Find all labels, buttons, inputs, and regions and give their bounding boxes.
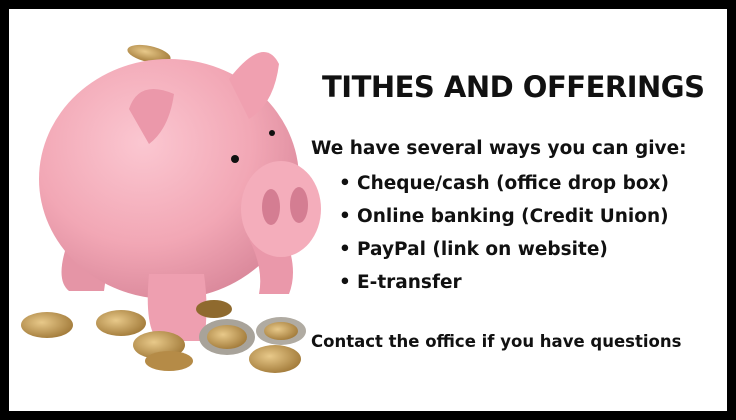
contact-text: Contact the office if you have questions — [311, 332, 682, 351]
coin — [196, 300, 232, 318]
coin — [145, 351, 193, 371]
list-item: • PayPal (link on website) — [339, 233, 727, 266]
list-item: • E-transfer — [339, 266, 727, 299]
giving-methods-list: • Cheque/cash (office drop box) • Online b… — [339, 167, 727, 299]
pig-eye-right — [269, 130, 275, 136]
list-item: • Cheque/cash (office drop box) — [339, 167, 727, 200]
list-item: • Online banking (Credit Union) — [339, 200, 727, 233]
bullet-icon: • — [339, 173, 351, 194]
bullet-icon: • — [339, 206, 351, 227]
slide: TITHES AND OFFERINGS We have several way… — [0, 0, 736, 420]
intro-text: We have several ways you can give: — [311, 138, 687, 159]
piggy-bank-illustration — [21, 44, 321, 373]
coin — [21, 312, 73, 338]
page-title: TITHES AND OFFERINGS — [322, 70, 705, 104]
pig-snout — [241, 161, 321, 257]
coin — [249, 345, 301, 373]
bullet-icon: • — [339, 239, 351, 260]
pig-eye-left — [231, 155, 239, 163]
content-panel: TITHES AND OFFERINGS We have several way… — [311, 69, 727, 353]
coin — [96, 310, 146, 336]
bullet-icon: • — [339, 272, 351, 293]
